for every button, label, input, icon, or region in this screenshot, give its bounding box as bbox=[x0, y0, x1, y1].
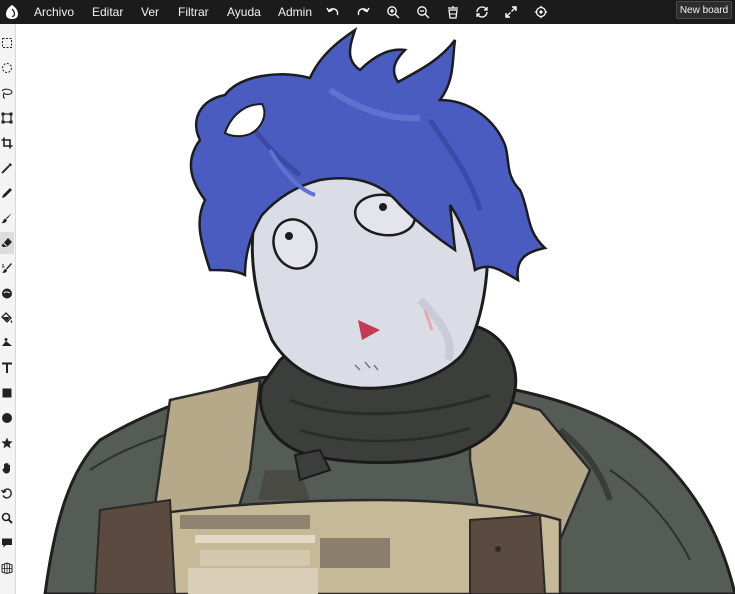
clean-icon bbox=[448, 6, 458, 19]
comment-icon bbox=[2, 538, 12, 548]
tool-crop[interactable] bbox=[0, 132, 14, 154]
clean-button[interactable] bbox=[443, 2, 463, 22]
eraser-icon bbox=[1, 238, 12, 247]
smudge-icon bbox=[2, 263, 12, 273]
hand-icon bbox=[2, 462, 10, 474]
tool-eyedropper[interactable] bbox=[0, 157, 14, 179]
undo-button[interactable] bbox=[323, 2, 343, 22]
fill-icon bbox=[1, 312, 13, 323]
zoom-out-button[interactable] bbox=[413, 2, 433, 22]
brush-icon bbox=[1, 213, 12, 224]
tool-eraser[interactable] bbox=[0, 232, 14, 254]
fullscreen-icon bbox=[505, 6, 517, 18]
tool-ellipse-select[interactable] bbox=[0, 57, 14, 79]
tool-pencil[interactable] bbox=[0, 182, 14, 204]
menu-bar: Archivo Editar Ver Filtrar Ayuda Admin N… bbox=[0, 0, 735, 24]
rotate-icon bbox=[1, 488, 12, 499]
tool-smudge[interactable] bbox=[0, 257, 14, 279]
tool-rectangle[interactable] bbox=[0, 382, 14, 404]
menu-editar[interactable]: Editar bbox=[92, 0, 123, 24]
shape-icon bbox=[1, 437, 13, 449]
menu-archivo[interactable]: Archivo bbox=[34, 0, 74, 24]
tool-shape[interactable] bbox=[0, 432, 14, 454]
tool-hand[interactable] bbox=[0, 457, 14, 479]
rectangle-icon bbox=[2, 388, 12, 398]
sync-button[interactable] bbox=[472, 2, 492, 22]
tool-lasso[interactable] bbox=[0, 82, 14, 104]
rect-select-icon bbox=[2, 38, 12, 48]
settings-button[interactable] bbox=[531, 2, 551, 22]
menu-filtrar[interactable]: Filtrar bbox=[178, 0, 209, 24]
menu-ayuda[interactable]: Ayuda bbox=[227, 0, 261, 24]
zoom-icon bbox=[1, 512, 13, 524]
pencil-icon bbox=[2, 188, 12, 198]
eyedropper-icon bbox=[1, 163, 12, 174]
new-board-button[interactable]: New board bbox=[676, 1, 732, 19]
tool-brush[interactable] bbox=[0, 207, 14, 229]
tool-sidebar bbox=[0, 24, 16, 594]
tool-zoom[interactable] bbox=[0, 507, 14, 529]
tool-comment[interactable] bbox=[0, 532, 14, 554]
app-logo[interactable] bbox=[4, 3, 20, 21]
zoom-in-icon bbox=[387, 6, 400, 19]
crop-icon bbox=[1, 137, 13, 149]
transform-icon bbox=[1, 112, 13, 124]
blur-icon bbox=[2, 288, 12, 299]
tool-blur[interactable] bbox=[0, 282, 14, 304]
tool-rotate[interactable] bbox=[0, 482, 14, 504]
grid-icon bbox=[1, 562, 13, 574]
drawing-canvas[interactable] bbox=[24, 24, 735, 594]
tool-gradient[interactable] bbox=[0, 332, 14, 354]
zoom-out-icon bbox=[417, 6, 430, 19]
redo-icon bbox=[357, 7, 370, 15]
gradient-icon bbox=[2, 338, 12, 346]
ellipse-icon bbox=[2, 413, 12, 423]
undo-icon bbox=[326, 7, 339, 15]
tool-transform[interactable] bbox=[0, 107, 14, 129]
tool-grid[interactable] bbox=[0, 557, 14, 579]
tool-fill[interactable] bbox=[0, 307, 14, 329]
zoom-in-button[interactable] bbox=[383, 2, 403, 22]
tool-text[interactable] bbox=[0, 357, 14, 379]
fullscreen-button[interactable] bbox=[501, 2, 521, 22]
lasso-icon bbox=[1, 88, 13, 99]
settings-icon bbox=[534, 5, 548, 19]
app-logo-icon bbox=[6, 5, 18, 19]
text-icon bbox=[2, 362, 12, 373]
ellipse-select-icon bbox=[2, 63, 12, 73]
menu-ver[interactable]: Ver bbox=[141, 0, 159, 24]
tool-ellipse[interactable] bbox=[0, 407, 14, 429]
tool-rect-select[interactable] bbox=[0, 32, 14, 54]
menu-admin[interactable]: Admin bbox=[278, 0, 312, 24]
artwork bbox=[43, 26, 735, 594]
sync-icon bbox=[476, 6, 488, 18]
redo-button[interactable] bbox=[353, 2, 373, 22]
